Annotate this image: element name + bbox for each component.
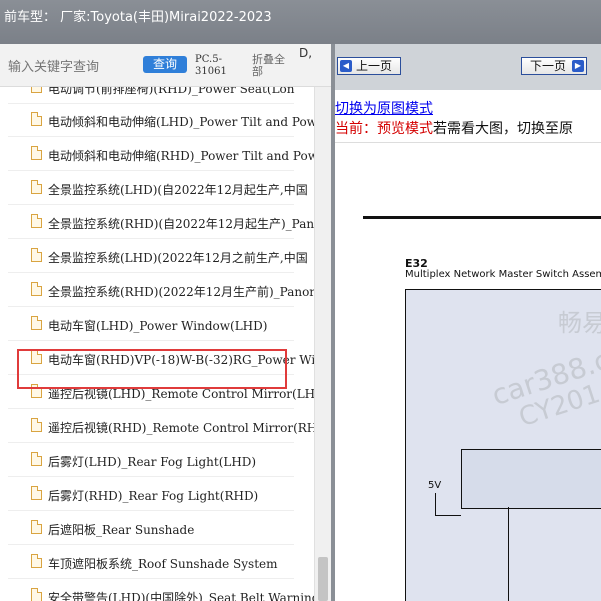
row-divider (8, 476, 294, 477)
tree-item-label: 后遮阳板_Rear Sunshade (48, 523, 195, 537)
collapse-all-button[interactable]: 折叠全部 (252, 54, 292, 78)
row-divider (8, 238, 294, 239)
title-bar: 前车型： 厂家:Toyota(丰田)Mirai2022-2023 (0, 0, 601, 44)
tree-item[interactable]: 后遮阳板_Rear Sunshade (0, 512, 314, 545)
tree-item[interactable]: 全景监控系统(RHD)(2022年12月生产前)_Panor (0, 274, 314, 307)
tree-item-label: 后雾灯(LHD)_Rear Fog Light(LHD) (48, 455, 257, 469)
component-caption: Multiplex Network Master Switch Assem (405, 269, 601, 280)
mode-hint: 若需看大图，切换至原 (433, 121, 573, 137)
switch-original-mode-link[interactable]: 切换为原图模式 (335, 98, 433, 118)
wire-line (435, 515, 461, 516)
watermark-text: 畅易 (558, 309, 601, 337)
toolbar-extra-label: D, (299, 46, 313, 60)
tree-item[interactable]: 电动倾斜和电动伸缩(RHD)_Power Tilt and Powe (0, 138, 314, 171)
file-icon (31, 180, 42, 194)
tree-panel: 查询 PC.5-31061 折叠全部 D, 电动调节(前排座椅)(RHD)_Po… (0, 44, 331, 601)
tree-scrollbar[interactable] (314, 87, 331, 601)
tree-item-label: 全景监控系统(RHD)(2022年12月生产前)_Panor (48, 285, 314, 299)
tree-item[interactable]: 后雾灯(LHD)_Rear Fog Light(LHD) (0, 444, 314, 477)
tree-item-label: 车顶遮阳板系统_Roof Sunshade System (48, 557, 278, 571)
row-divider (8, 204, 294, 205)
row-divider (8, 408, 294, 409)
file-icon (31, 112, 42, 126)
file-icon (31, 520, 42, 534)
diagram-preview[interactable]: E32 Multiplex Network Master Switch Asse… (335, 142, 601, 601)
arrow-left-icon: ◀ (340, 60, 352, 72)
row-divider (8, 306, 294, 307)
next-page-button[interactable]: 下一页 ▶ (521, 57, 587, 75)
document-tree: 电动调节(前排座椅)(RHD)_Power Seat(Lon 电动倾斜和电动伸缩… (0, 87, 314, 601)
row-divider (8, 136, 294, 137)
current-mode-label: 当前：预览模式 (335, 121, 433, 137)
mode-status-text: 当前：预览模式若需看大图，切换至原 (335, 118, 573, 138)
file-icon (31, 282, 42, 296)
tree-item[interactable]: 全景监控系统(RHD)(自2022年12月起生产)_Pan (0, 206, 314, 239)
file-icon (31, 486, 42, 500)
row-divider (8, 272, 294, 273)
next-page-label: 下一页 (530, 59, 567, 73)
tree-item-label: 全景监控系统(LHD)(2022年12月之前生产,中国 (48, 251, 308, 265)
file-icon (31, 248, 42, 262)
tree-item[interactable]: 电动调节(前排座椅)(RHD)_Power Seat(Lon (0, 87, 314, 104)
tree-item-label: 全景监控系统(RHD)(自2022年12月起生产)_Pan (48, 217, 314, 231)
page-rule (363, 216, 601, 219)
wire-line (508, 507, 509, 601)
file-icon (31, 214, 42, 228)
file-icon (31, 316, 42, 330)
voltage-label: 5V (428, 480, 442, 491)
row-divider (8, 340, 294, 341)
tree-item[interactable]: 安全带警告(LHD)(中国除外)_Seat Belt Warning (0, 580, 314, 601)
search-button[interactable]: 查询 (143, 56, 187, 73)
tree-item[interactable]: 后雾灯(RHD)_Rear Fog Light(RHD) (0, 478, 314, 511)
file-icon (31, 554, 42, 568)
file-icon (31, 588, 42, 601)
row-divider (8, 510, 294, 511)
scrollbar-thumb[interactable] (318, 557, 328, 601)
file-icon (31, 418, 42, 432)
tree-item-label: 电动倾斜和电动伸缩(LHD)_Power Tilt and Powe (48, 115, 314, 129)
component-subbox (461, 449, 601, 509)
file-icon (31, 87, 42, 93)
row-divider (8, 170, 294, 171)
tree-item-label: 安全带警告(LHD)(中国除外)_Seat Belt Warning (48, 591, 314, 601)
tree-item-label: 全景监控系统(LHD)(自2022年12月起生产,中国 (48, 183, 308, 197)
file-icon (31, 146, 42, 160)
row-divider (8, 442, 294, 443)
tree-item[interactable]: 电动倾斜和电动伸缩(LHD)_Power Tilt and Powe (0, 104, 314, 137)
tree-item-label: 遥控后视镜(RHD)_Remote Control Mirror(RHD) (48, 421, 314, 435)
tree-item[interactable]: 遥控后视镜(RHD)_Remote Control Mirror(RHD) (0, 410, 314, 443)
tree-item[interactable]: 全景监控系统(LHD)(2022年12月之前生产,中国 (0, 240, 314, 273)
tree-item-selected[interactable]: 电动车窗(LHD)_Power Window(LHD) (0, 308, 314, 341)
tree-item-label: 电动车窗(LHD)_Power Window(LHD) (48, 319, 268, 333)
viewer-toolbar: ◀ 上一页 下一页 ▶ (335, 44, 601, 90)
tree-item[interactable]: 全景监控系统(LHD)(自2022年12月起生产,中国 (0, 172, 314, 205)
wire-line (435, 493, 436, 515)
search-bar: 查询 PC.5-31061 折叠全部 D, (0, 44, 331, 87)
file-icon (31, 452, 42, 466)
prev-page-label: 上一页 (356, 59, 393, 73)
selection-highlight-box (17, 349, 287, 389)
search-input[interactable] (6, 56, 138, 78)
tree-item-label: 电动倾斜和电动伸缩(RHD)_Power Tilt and Powe (48, 149, 314, 163)
arrow-right-icon: ▶ (572, 60, 584, 72)
tree-item-label: 后雾灯(RHD)_Rear Fog Light(RHD) (48, 489, 259, 503)
tree-item-label: 电动调节(前排座椅)(RHD)_Power Seat(Lon (48, 87, 295, 96)
row-divider (8, 544, 294, 545)
document-viewer: ◀ 上一页 下一页 ▶ 切换为原图模式 当前：预览模式若需看大图，切换至原 E3… (335, 44, 601, 601)
prev-page-button[interactable]: ◀ 上一页 (337, 57, 401, 75)
vehicle-title: 前车型： 厂家:Toyota(丰田)Mirai2022-2023 (4, 10, 272, 25)
tree-item[interactable]: 车顶遮阳板系统_Roof Sunshade System (0, 546, 314, 579)
pc-code-label: PC.5-31061 (195, 54, 227, 77)
row-divider (8, 578, 294, 579)
